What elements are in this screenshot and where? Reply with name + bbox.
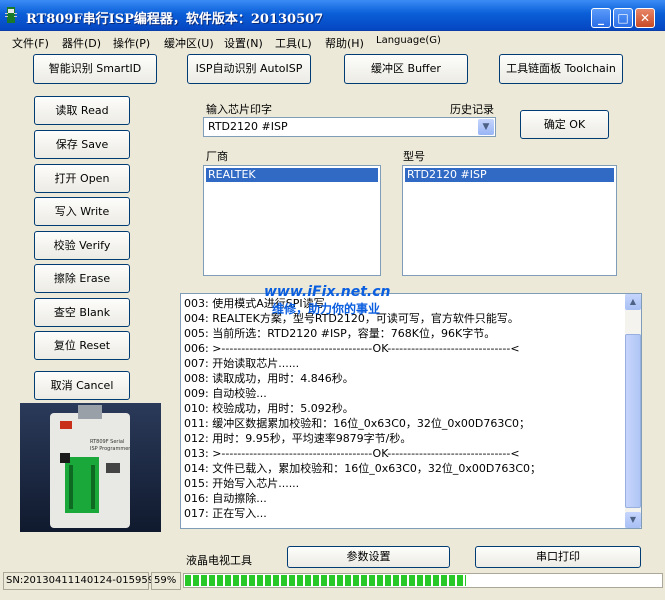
confirm-ok-button[interactable]: 确定 OK [520,110,609,139]
vendor-list[interactable]: REALTEK [203,165,381,276]
buffer-button[interactable]: 缓冲区 Buffer [344,54,468,84]
window-title: RT809F串行ISP编程器，软件版本：20130507 [26,12,324,27]
model-label: 型号 [403,150,425,163]
menu-file[interactable]: 文件(F) [12,35,49,51]
erase-label: 擦除 Erase [53,272,111,285]
menu-help[interactable]: 帮助(H) [325,35,364,51]
log-line: 014: 文件已载入，累加校验和：16位_0x63C0，32位_0x00D763… [184,462,542,475]
write-button[interactable]: 写入 Write [34,197,130,226]
verify-label: 校验 Verify [53,239,111,252]
toolchain-label: 工具链面板 Toolchain [506,62,616,75]
write-label: 写入 Write [54,205,110,218]
progress-bar [183,573,663,588]
progress-fill [185,575,466,586]
blank-label: 查空 Blank [53,306,111,319]
log-line: 011: 缓冲区数据累加校验和：16位_0x63C0，32位_0x00D763C… [184,417,531,430]
app-icon [5,7,17,23]
buffer-label: 缓冲区 Buffer [371,62,441,75]
autoisp-label: ISP自动识别 AutoISP [195,62,303,75]
log-line: 015: 开始写入芯片...... [184,477,300,490]
scroll-thumb[interactable] [625,334,641,508]
model-list[interactable]: RTD2120 #ISP [402,165,617,276]
reset-label: 复位 Reset [53,339,111,352]
watermark-url: www.iFix.net.cn [264,284,391,300]
menu-settings[interactable]: 设置(N) [224,35,263,51]
log-output[interactable]: 003: 使用模式A进行SPI读写 004: REALTEK方案，型号RTD21… [180,293,642,529]
menu-device[interactable]: 器件(D) [62,35,101,51]
serial-print-label: 串口打印 [536,550,580,563]
log-line: 016: 自动擦除... [184,492,267,505]
vendor-label: 厂商 [206,150,228,163]
log-scrollbar[interactable]: ▲ ▼ [625,294,641,528]
maximize-icon[interactable]: □ [613,8,633,28]
menu-language[interactable]: Language(G) [376,35,441,46]
blank-button[interactable]: 查空 Blank [34,298,130,327]
params-label: 参数设置 [346,550,391,563]
serial-print-button[interactable]: 串口打印 [475,546,641,568]
watermark-slogan: 维修，助力你的事业 [272,302,381,316]
smartid-button[interactable]: 智能识别 SmartID [33,54,157,84]
programmer-device-icon [50,405,130,528]
chip-combo-value: RTD2120 #ISP [208,120,288,133]
app-window: RT809F串行ISP编程器，软件版本：20130507 _ □ ✕ 文件(F)… [0,0,665,600]
lcd-tools-label: 液晶电视工具 [186,554,252,567]
title-bar[interactable]: RT809F串行ISP编程器，软件版本：20130507 _ □ ✕ [0,0,665,31]
read-button[interactable]: 读取 Read [34,96,130,125]
toolchain-button[interactable]: 工具链面板 Toolchain [499,54,623,84]
cancel-label: 取消 Cancel [50,379,114,392]
status-bar: SN:20130411140124-015959 59% [0,571,665,591]
model-item-rtd2120[interactable]: RTD2120 #ISP [405,168,614,182]
minimize-icon[interactable]: _ [591,8,611,28]
log-line: 006: >----------------------------------… [184,342,520,355]
scroll-down-icon[interactable]: ▼ [625,512,641,528]
cancel-button[interactable]: 取消 Cancel [34,371,130,400]
save-button[interactable]: 保存 Save [34,130,130,159]
save-label: 保存 Save [55,138,109,151]
menu-operate[interactable]: 操作(P) [113,35,150,51]
params-button[interactable]: 参数设置 [287,546,450,568]
smartid-label: 智能识别 SmartID [48,62,142,75]
erase-button[interactable]: 擦除 Erase [34,264,130,293]
device-label-2: ISP Programmer [90,446,131,452]
confirm-ok-label: 确定 OK [543,118,586,131]
log-line: 005: 当前所选：RTD2120 #ISP，容量：768K位，96K字节。 [184,327,496,340]
menu-bar: 文件(F) 器件(D) 操作(P) 缓冲区(U) 设置(N) 工具(L) 帮助(… [0,32,665,52]
log-line: 010: 校验成功，用时：5.092秒。 [184,402,354,415]
programmer-photo: RT809F Serial ISP Programmer [20,403,161,532]
chip-combo[interactable]: RTD2120 #ISP ▼ [203,117,496,137]
chip-input-label: 输入芯片印字 [206,103,272,116]
menu-tools[interactable]: 工具(L) [275,35,312,51]
log-line: 009: 自动校验... [184,387,267,400]
log-line: 017: 正在写入... [184,507,267,520]
log-line: 012: 用时：9.95秒，平均速率9879字节/秒。 [184,432,412,445]
progress-percent: 59% [151,572,181,590]
read-label: 读取 Read [55,104,109,117]
log-line: 007: 开始读取芯片...... [184,357,300,370]
open-label: 打开 Open [54,172,110,185]
scroll-up-icon[interactable]: ▲ [625,294,641,310]
log-line: 008: 读取成功，用时：4.846秒。 [184,372,354,385]
verify-button[interactable]: 校验 Verify [34,231,130,260]
chevron-down-icon[interactable]: ▼ [478,119,494,135]
close-icon[interactable]: ✕ [635,8,655,28]
log-line: 013: >----------------------------------… [184,447,520,460]
device-label-1: RT809F Serial [90,439,125,445]
history-label: 历史记录 [450,103,494,116]
serial-number: SN:20130411140124-015959 [3,572,154,590]
autoisp-button[interactable]: ISP自动识别 AutoISP [187,54,311,84]
reset-button[interactable]: 复位 Reset [34,331,130,360]
open-button[interactable]: 打开 Open [34,164,130,193]
menu-buffer[interactable]: 缓冲区(U) [164,35,214,51]
vendor-item-realtek[interactable]: REALTEK [206,168,378,182]
